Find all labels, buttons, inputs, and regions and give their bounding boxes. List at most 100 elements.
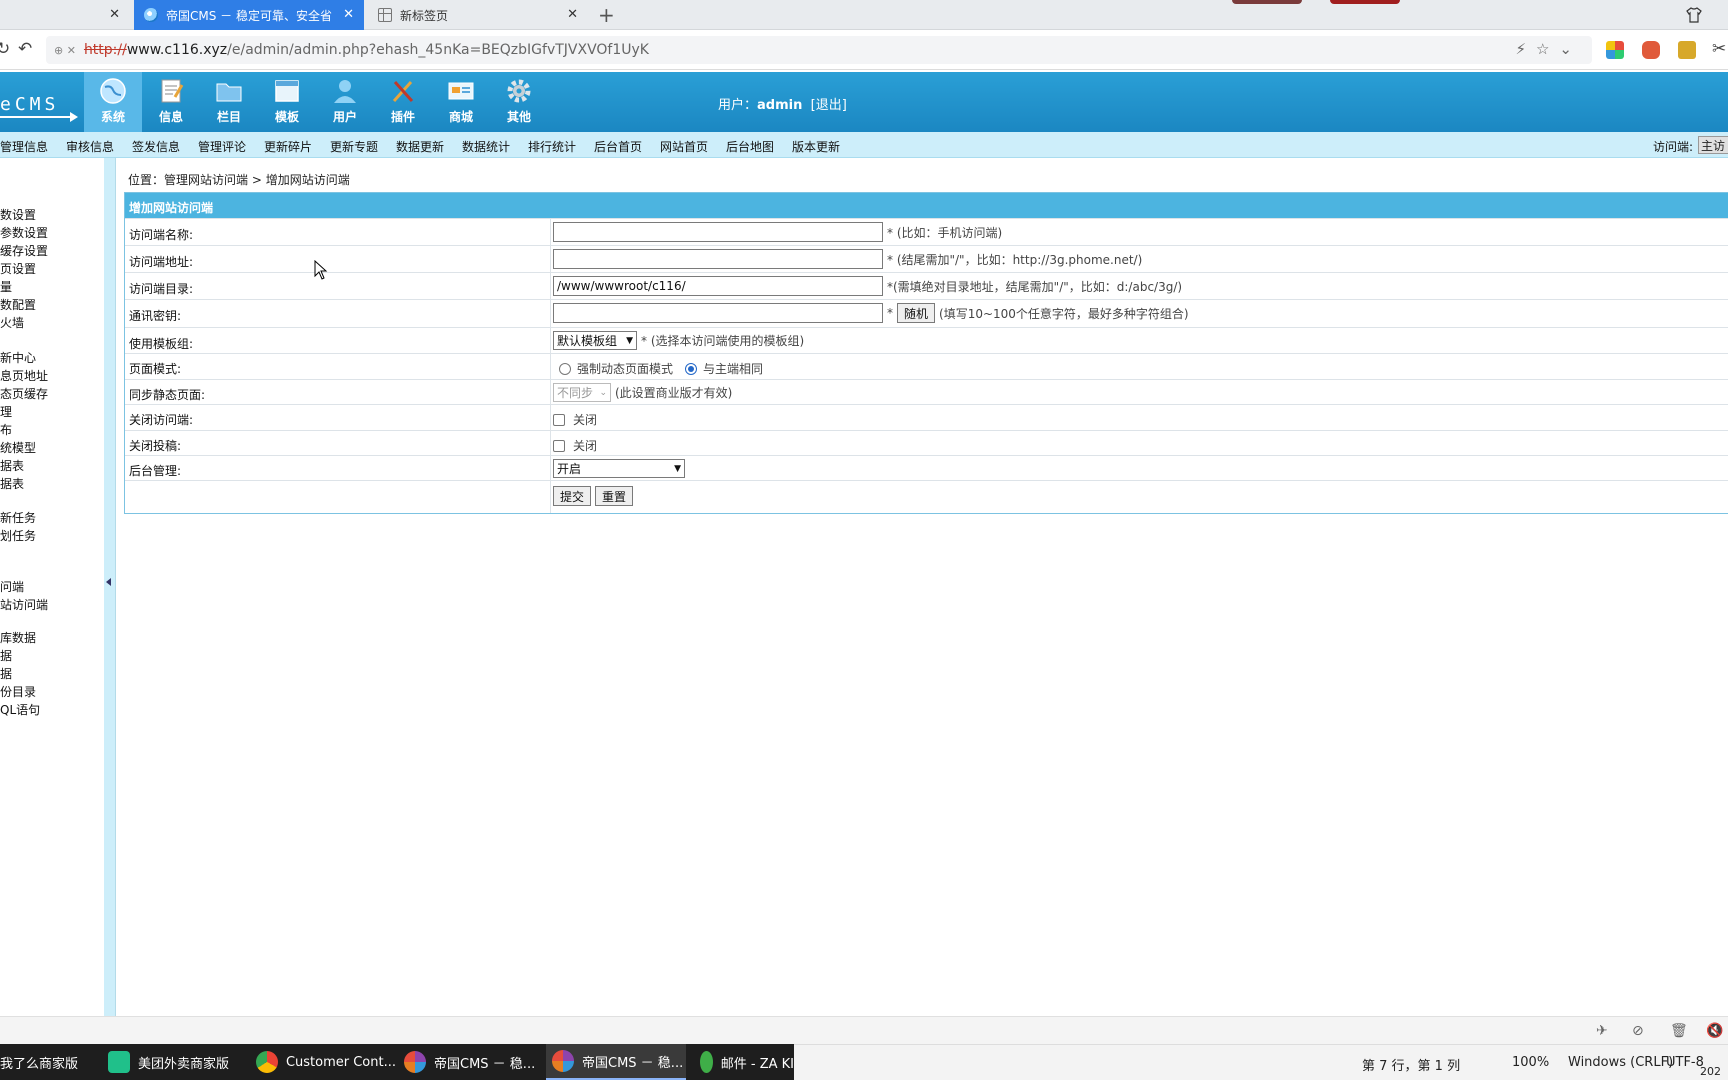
sidebar-item[interactable]: 数设置 [0,206,36,223]
close-icon[interactable]: ✕ [343,7,354,22]
sidebar-item[interactable]: 据 [0,665,12,682]
browser-tab-newtab[interactable]: 新标签页 ✕ [368,0,588,30]
sidebar-item[interactable]: 页设置 [0,260,36,277]
sidebar-item[interactable]: QL语句 [0,701,40,718]
admin-select[interactable]: 开启 ▼ [553,459,685,478]
scissors-icon[interactable]: ✂ [1712,39,1726,59]
close-access-checkbox[interactable] [553,413,565,426]
form-row-mode: 页面模式: 强制动态页面模式 与主端相同 [125,353,1728,379]
url-input[interactable] [553,249,883,269]
close-icon[interactable]: ✕ [109,7,120,22]
editor-status-bar: 第 7 行，第 1 列 100% Windows (CRLF) UTF-8 20… [794,1044,1728,1080]
rocket-icon[interactable]: ✈ [1596,1023,1608,1039]
taskbar-item[interactable]: 帝国CMS － 稳... [404,1044,544,1080]
subnav-version-update[interactable]: 版本更新 [792,138,840,155]
sidebar-item[interactable]: 参数设置 [0,224,48,241]
menu-shop[interactable]: 商城 [432,72,490,132]
submit-button[interactable]: 提交 [553,486,592,506]
cursor-position[interactable]: 第 7 行，第 1 列 [1362,1055,1460,1074]
browser-tab-active[interactable]: 帝国CMS － 稳定可靠、安全省 ✕ [134,0,364,30]
trash-icon[interactable]: 🗑 [1670,1023,1688,1039]
subnav-sign-info[interactable]: 签发信息 [132,138,180,155]
menu-system[interactable]: 系统 [84,72,142,132]
reset-button[interactable]: 重置 [595,486,634,506]
sidebar-item[interactable]: 据 [0,647,12,664]
menu-other[interactable]: 其他 [490,72,548,132]
browser-tab-previous[interactable]: ✕ [0,0,130,30]
thumbnail-image [1330,0,1400,4]
star-icon[interactable]: ⚡☆⌄ [1515,40,1582,58]
chevron-down-icon: ⌄ [599,387,607,398]
encoding[interactable]: UTF-8 [1666,1055,1704,1070]
subnav-manage-info[interactable]: 管理信息 [0,138,48,155]
sidebar-item[interactable]: 新任务 [0,509,36,526]
collapse-arrow-icon[interactable] [106,578,111,586]
taskbar-item-active[interactable]: 帝国CMS － 稳... [546,1044,686,1080]
subnav-update-fragments[interactable]: 更新碎片 [264,138,312,155]
sidebar-item[interactable]: 据表 [0,475,24,492]
subnav-site-home[interactable]: 网站首页 [660,138,708,155]
clock-year: 202 [1700,1065,1721,1078]
mode-dynamic-radio[interactable] [559,362,571,375]
name-input[interactable] [553,222,883,242]
menu-template[interactable]: 模板 [258,72,316,132]
sidebar-item[interactable]: 布 [0,421,12,438]
download-icon[interactable] [1678,41,1696,59]
menu-user[interactable]: 用户 [316,72,374,132]
sidebar-item[interactable]: 划任务 [0,527,36,544]
taskbar-item[interactable]: Customer Cont... [256,1044,396,1080]
taskbar-item[interactable]: 邮件 - ZA KI [700,1044,794,1080]
menu-info[interactable]: 信息 [142,72,200,132]
mouse-cursor-icon [314,260,328,280]
random-button[interactable]: 随机 [897,303,936,323]
blocked-icon[interactable]: ⊘ [1632,1023,1644,1039]
menu-plugin[interactable]: 插件 [374,72,432,132]
sidebar-item[interactable]: 息页地址 [0,367,48,384]
gamepad-icon[interactable] [1642,41,1660,59]
sidebar-item[interactable]: 态页缓存 [0,385,48,402]
sidebar-item[interactable]: 库数据 [0,629,36,646]
new-tab-icon[interactable]: + [598,3,615,27]
subnav-data-stats[interactable]: 数据统计 [462,138,510,155]
subnav-manage-comments[interactable]: 管理评论 [198,138,246,155]
zoom-level[interactable]: 100% [1512,1055,1549,1070]
taskbar-item[interactable]: 我了么商家版 [0,1044,100,1080]
subnav-update-topics[interactable]: 更新专题 [330,138,378,155]
key-input[interactable] [553,303,883,323]
target-select[interactable]: 主访 [1698,136,1728,154]
subnav-admin-home[interactable]: 后台首页 [594,138,642,155]
sidebar-splitter[interactable] [104,158,116,1016]
undo-icon[interactable]: ↶ [18,39,32,59]
mode-same-radio[interactable] [685,362,698,375]
sync-select[interactable]: 不同步 ⌄ [553,383,611,402]
sidebar-item[interactable]: 火墙 [0,314,24,331]
breadcrumb-link[interactable]: 管理网站访问端 [164,173,248,187]
refresh-icon[interactable]: ↻ [0,39,10,59]
close-post-checkbox[interactable] [553,439,565,452]
dir-input[interactable] [553,276,883,296]
sidebar-item[interactable]: 新中心 [0,349,36,366]
sidebar-item[interactable]: 份目录 [0,683,36,700]
mute-icon[interactable]: 🔇 [1706,1023,1723,1039]
line-ending[interactable]: Windows (CRLF) [1568,1055,1673,1070]
template-select[interactable]: 默认模板组 ▼ [553,331,637,350]
sidebar-item[interactable]: 缓存设置 [0,242,48,259]
close-icon[interactable]: ✕ [567,7,578,22]
sidebar-item[interactable]: 据表 [0,457,24,474]
url-field[interactable]: ⊕ ✕ http:// www.c116.xyz /e/admin/admin.… [46,36,1592,64]
shirt-icon[interactable] [1686,7,1702,23]
sidebar-item[interactable]: 问端 [0,578,24,595]
subnav-review-info[interactable]: 审核信息 [66,138,114,155]
menu-column[interactable]: 栏目 [200,72,258,132]
subnav-admin-map[interactable]: 后台地图 [726,138,774,155]
logout-link[interactable]: [退出] [811,98,847,113]
subnav-data-update[interactable]: 数据更新 [396,138,444,155]
taskbar-item[interactable]: 美团外卖商家版 [108,1044,248,1080]
sidebar-item[interactable]: 统模型 [0,439,36,456]
sidebar-item[interactable]: 量 [0,278,12,295]
sidebar-item[interactable]: 站访问端 [0,596,48,613]
apps-icon[interactable] [1606,41,1624,59]
sidebar-item[interactable]: 数配置 [0,296,36,313]
subnav-ranking-stats[interactable]: 排行统计 [528,138,576,155]
sidebar-item[interactable]: 理 [0,403,12,420]
